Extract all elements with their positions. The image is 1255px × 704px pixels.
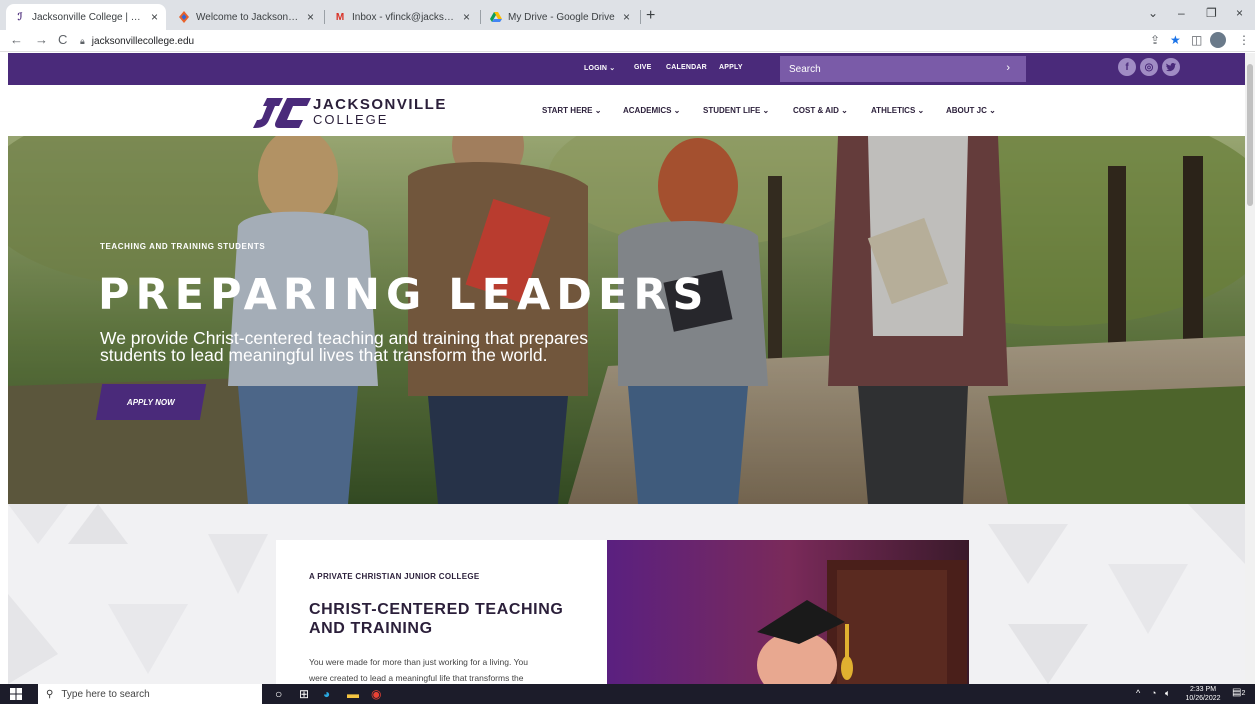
- edge-icon[interactable]: ◕: [323, 687, 330, 701]
- search-placeholder: Search: [789, 63, 821, 75]
- hero-description: We provide Christ-centered teaching and …: [100, 329, 660, 365]
- windows-taskbar: ⚲ Type here to search ○ ⊞ ◕ ▬ ◉ ^ ◔ 🔈︎ 2…: [0, 684, 1255, 704]
- forward-button[interactable]: →: [35, 32, 48, 47]
- drive-icon: [490, 11, 502, 23]
- intro-body-line: You were made for more than just working…: [309, 657, 528, 667]
- lock-icon: 🔒︎: [80, 35, 85, 46]
- close-icon[interactable]: ×: [151, 10, 158, 24]
- tab-divider: [324, 10, 325, 24]
- intro-title-line: CHRIST-CENTERED TEACHING: [309, 601, 564, 618]
- instagram-icon[interactable]: ◎: [1140, 58, 1158, 76]
- task-view-icon[interactable]: ⊞: [299, 687, 309, 701]
- share-icon[interactable]: ⇪: [1150, 33, 1160, 47]
- close-icon[interactable]: ×: [623, 10, 630, 24]
- twitter-icon[interactable]: [1162, 58, 1180, 76]
- chrome-icon[interactable]: ◉: [371, 687, 381, 701]
- nav-start-here[interactable]: START HERE ⌄: [542, 106, 601, 115]
- reload-button[interactable]: C: [58, 32, 67, 47]
- nav-about-jc[interactable]: ABOUT JC ⌄: [946, 106, 996, 115]
- browser-tab[interactable]: M Inbox - vfinck@jacksonville-colle ×: [326, 4, 478, 30]
- nav-academics[interactable]: ACADEMICS ⌄: [623, 106, 680, 115]
- taskbar-search-placeholder: Type here to search: [61, 688, 150, 700]
- site-icon: [178, 11, 190, 23]
- tab-divider: [640, 10, 641, 24]
- notification-center-icon[interactable]: ▤2: [1232, 687, 1245, 698]
- tab-divider: [480, 10, 481, 24]
- site-search-input[interactable]: Search ›: [780, 56, 1026, 82]
- close-icon[interactable]: ×: [307, 10, 314, 24]
- utility-bar: LOGIN ⌄ GIVE CALENDAR APPLY Search › f ◎: [8, 53, 1245, 85]
- apply-link[interactable]: APPLY: [719, 64, 743, 71]
- nav-student-life[interactable]: STUDENT LIFE ⌄: [703, 106, 769, 115]
- tab-label: Inbox - vfinck@jacksonville-colle: [352, 11, 457, 23]
- logo-text-line1: JACKSONVILLE: [313, 96, 447, 113]
- url-field[interactable]: 🔒︎ jacksonvillecollege.edu: [80, 32, 194, 50]
- hero-eyebrow: TEACHING AND TRAINING STUDENTS: [100, 242, 266, 251]
- side-panel-icon[interactable]: ◫: [1191, 33, 1202, 47]
- intro-eyebrow: A PRIVATE CHRISTIAN JUNIOR COLLEGE: [309, 572, 480, 581]
- close-window-button[interactable]: ×: [1236, 6, 1243, 20]
- gmail-icon: M: [335, 11, 345, 23]
- clock-date: 10/26/2022: [1185, 695, 1221, 702]
- login-link[interactable]: LOGIN ⌄: [584, 64, 615, 72]
- hero-banner: [8, 136, 1245, 504]
- apply-now-button[interactable]: APPLY NOW: [95, 384, 207, 420]
- show-hidden-icons[interactable]: ^: [1136, 688, 1140, 698]
- back-button[interactable]: ←: [10, 32, 23, 47]
- browser-tab[interactable]: Welcome to Jacksonville College ×: [170, 4, 322, 30]
- intro-body: You were made for more than just working…: [309, 654, 569, 686]
- new-tab-button[interactable]: +: [646, 7, 655, 25]
- restore-button[interactable]: ❐: [1206, 6, 1217, 20]
- intro-title: CHRIST-CENTERED TEACHING AND TRAINING: [309, 600, 589, 638]
- hero-description-line: students to lead meaningful lives that t…: [100, 345, 548, 365]
- search-submit-icon[interactable]: ›: [1006, 62, 1010, 74]
- jc-logo-icon: ℐ: [17, 11, 23, 23]
- clock-time: 2:33 PM: [1189, 686, 1217, 693]
- bookmark-star-icon[interactable]: ★: [1170, 33, 1181, 47]
- facebook-icon[interactable]: f: [1118, 58, 1136, 76]
- scrollbar-thumb[interactable]: [1247, 64, 1253, 206]
- tab-label: Welcome to Jacksonville College: [196, 11, 301, 23]
- browser-tab-strip: ℐ Jacksonville College | The Oldest × We…: [0, 0, 1255, 30]
- address-bar-row: ← → C 🔒︎ jacksonvillecollege.edu ⇪ ★ ◫ ⋮: [0, 30, 1255, 52]
- president-photo: [607, 540, 969, 684]
- browser-tab[interactable]: ℐ Jacksonville College | The Oldest ×: [6, 4, 166, 30]
- site-header: JACKSONVILLE COLLEGE START HERE ⌄ ACADEM…: [8, 85, 1245, 135]
- windows-start-icon[interactable]: [10, 688, 22, 703]
- nav-athletics[interactable]: ATHLETICS ⌄: [871, 106, 924, 115]
- tab-search-icon[interactable]: ⌄: [1148, 6, 1158, 20]
- apply-now-label: APPLY NOW: [127, 397, 175, 407]
- more-menu-icon[interactable]: ⋮: [1238, 33, 1250, 47]
- logo-text-line2: COLLEGE: [313, 112, 389, 127]
- intro-title-line: AND TRAINING: [309, 620, 433, 637]
- profile-avatar[interactable]: [1210, 32, 1226, 48]
- search-icon: ⚲: [46, 688, 54, 700]
- jacksonville-college-logo[interactable]: JACKSONVILLE COLLEGE: [253, 96, 453, 128]
- system-clock[interactable]: 2:33 PM 10/26/2022: [1180, 685, 1226, 703]
- url-text: jacksonvillecollege.edu: [91, 35, 195, 47]
- give-link[interactable]: GIVE: [634, 64, 652, 71]
- hero-title: PREPARING LEADERS: [98, 270, 710, 320]
- close-icon[interactable]: ×: [463, 10, 470, 24]
- notification-count: 2: [1241, 690, 1246, 697]
- nav-cost-aid[interactable]: COST & AID ⌄: [793, 106, 848, 115]
- network-icon[interactable]: ◔: [1151, 688, 1156, 698]
- minimize-button[interactable]: –: [1178, 6, 1185, 20]
- taskbar-search-input[interactable]: ⚲ Type here to search: [38, 684, 262, 704]
- cortana-icon[interactable]: ○: [275, 687, 282, 701]
- hero-photo: [8, 136, 1245, 504]
- volume-icon[interactable]: 🔈︎: [1165, 688, 1170, 699]
- jc-monogram-icon: [253, 98, 311, 128]
- file-explorer-icon[interactable]: ▬: [347, 687, 359, 701]
- tab-label: My Drive - Google Drive: [508, 11, 615, 23]
- browser-tab[interactable]: My Drive - Google Drive ×: [482, 4, 638, 30]
- calendar-link[interactable]: CALENDAR: [666, 64, 707, 71]
- tab-label: Jacksonville College | The Oldest: [32, 11, 145, 23]
